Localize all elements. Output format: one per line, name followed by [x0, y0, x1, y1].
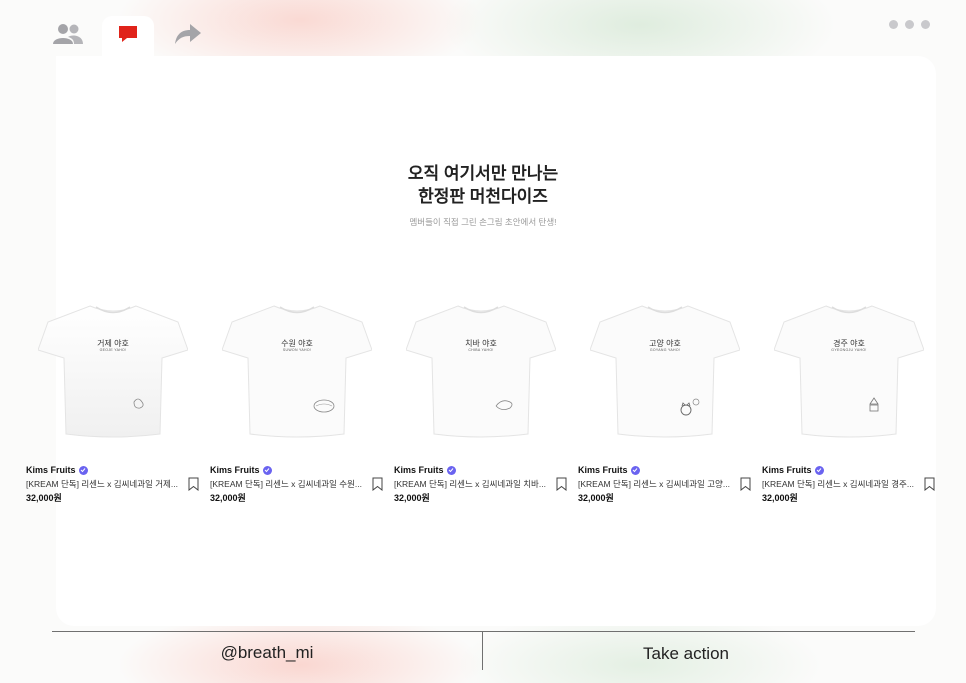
brand-name[interactable]: Kims Fruits — [26, 465, 88, 475]
brand-label: Kims Fruits — [578, 465, 628, 475]
comment-icon — [117, 24, 139, 49]
product-title[interactable]: [KREAM 단독] 리센느 x 김씨네과일 경주... — [762, 478, 918, 490]
tshirt-image[interactable]: 고양 야호 GOYANG YAHO! — [590, 294, 740, 444]
shirt-print-subtext: GEOJE YAHO! — [99, 348, 127, 352]
people-tab[interactable] — [42, 16, 94, 56]
verified-icon — [262, 465, 272, 475]
brand-label: Kims Fruits — [394, 465, 444, 475]
brand-label: Kims Fruits — [210, 465, 260, 475]
headline-line-2: 한정판 머천다이즈 — [418, 187, 548, 206]
top-toolbar — [0, 0, 966, 56]
comment-tab[interactable] — [102, 16, 154, 56]
hero-headline: 오직 여기서만 만나는 한정판 머천다이즈 — [0, 162, 966, 208]
hero-subtitle: 멤버들이 직접 그린 손그림 초안에서 탄생! — [409, 217, 557, 227]
brand-name[interactable]: Kims Fruits — [578, 465, 640, 475]
shirt-print-subtext: GYEONGJU YAHO! — [831, 348, 867, 352]
product-card[interactable]: 거제 야호 GEOJE YAHO! Kims Fruits [KREAM 단독]… — [26, 294, 199, 503]
tshirt-image[interactable]: 치바 야호 CHIBA YAHO! — [406, 294, 556, 444]
bookmark-icon[interactable] — [740, 477, 751, 492]
brand-name[interactable]: Kims Fruits — [394, 465, 456, 475]
take-action-button[interactable]: Take action — [483, 644, 889, 664]
brand-label: Kims Fruits — [762, 465, 812, 475]
headline-line-1: 오직 여기서만 만나는 — [407, 164, 559, 183]
product-title[interactable]: [KREAM 단독] 리센느 x 김씨네과일 거제... — [26, 478, 182, 490]
verified-icon — [78, 465, 88, 475]
tshirt-image[interactable]: 거제 야호 GEOJE YAHO! — [38, 294, 188, 444]
brand-label: Kims Fruits — [26, 465, 76, 475]
shirt-print-subtext: GOYANG YAHO! — [649, 348, 681, 352]
share-tab[interactable] — [162, 16, 214, 56]
bookmark-icon[interactable] — [372, 477, 383, 492]
product-card[interactable]: 치바 야호 CHIBA YAHO! Kims Fruits [KREAM 단독]… — [394, 294, 567, 503]
tshirt-image[interactable]: 수원 야호 SUWON YAHO! — [222, 294, 372, 444]
product-price: 32,000원 — [210, 493, 246, 503]
footer-divider — [52, 631, 915, 632]
share-icon — [174, 23, 202, 50]
product-title[interactable]: [KREAM 단독] 리센느 x 김씨네과일 수원... — [210, 478, 366, 490]
product-card[interactable]: 수원 야호 SUWON YAHO! Kims Fruits [KREAM 단독]… — [210, 294, 383, 503]
verified-icon — [814, 465, 824, 475]
bookmark-icon[interactable] — [924, 477, 935, 492]
people-icon — [52, 23, 84, 50]
product-price: 32,000원 — [578, 493, 614, 503]
shirt-print-subtext: CHIBA YAHO! — [468, 348, 494, 352]
verified-icon — [630, 465, 640, 475]
product-card[interactable]: 고양 야호 GOYANG YAHO! Kims Fruits [KREAM 단독… — [578, 294, 751, 503]
product-price: 32,000원 — [394, 493, 430, 503]
verified-icon — [446, 465, 456, 475]
product-title[interactable]: [KREAM 단독] 리센느 x 김씨네과일 고양... — [578, 478, 734, 490]
author-handle[interactable]: @breath_mi — [52, 643, 482, 663]
product-price: 32,000원 — [762, 493, 798, 503]
product-price: 32,000원 — [26, 493, 62, 503]
bookmark-icon[interactable] — [556, 477, 567, 492]
brand-name[interactable]: Kims Fruits — [762, 465, 824, 475]
shirt-print-subtext: SUWON YAHO! — [282, 348, 312, 352]
more-dots-icon[interactable] — [889, 20, 930, 29]
tshirt-image[interactable]: 경주 야호 GYEONGJU YAHO! — [774, 294, 924, 444]
bookmark-icon[interactable] — [188, 477, 199, 492]
product-card[interactable]: 경주 야호 GYEONGJU YAHO! Kims Fruits [KREAM … — [762, 294, 935, 503]
product-title[interactable]: [KREAM 단독] 리센느 x 김씨네과일 치바... — [394, 478, 550, 490]
brand-name[interactable]: Kims Fruits — [210, 465, 272, 475]
product-list: 거제 야호 GEOJE YAHO! Kims Fruits [KREAM 단독]… — [26, 294, 946, 514]
